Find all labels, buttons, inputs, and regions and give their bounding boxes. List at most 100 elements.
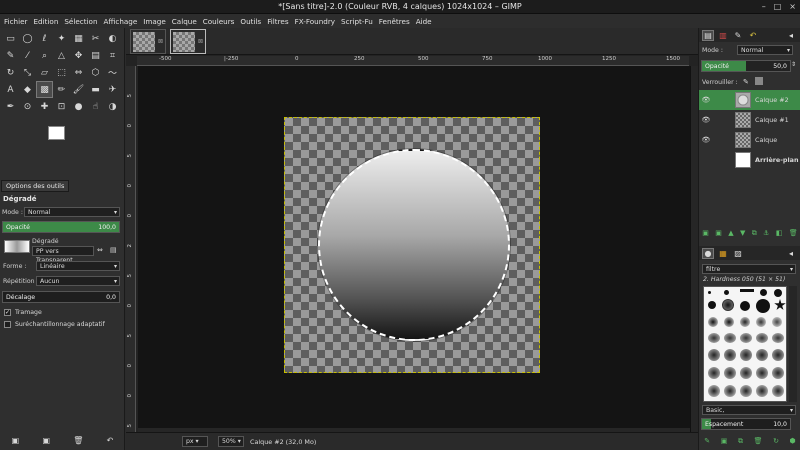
gradients-tab-icon[interactable]: ▨ <box>732 248 744 259</box>
brush-item[interactable] <box>774 299 786 310</box>
brush-item[interactable] <box>756 333 768 343</box>
maximize-button[interactable]: □ <box>774 2 782 11</box>
brush-item[interactable] <box>772 367 784 379</box>
image-tab-1[interactable]: ⊠ <box>130 29 166 54</box>
edit-brush-icon[interactable]: ✎ <box>704 437 710 445</box>
cage-icon[interactable]: ⬡ <box>87 64 104 81</box>
scale-icon[interactable]: ⤡ <box>19 64 36 81</box>
color-swatches[interactable] <box>48 124 78 154</box>
reverse-icon[interactable]: ⇔ <box>97 246 103 254</box>
brush-item[interactable] <box>724 385 736 397</box>
brush-item[interactable] <box>740 385 752 397</box>
foreground-select-icon[interactable]: ◐ <box>104 30 121 47</box>
brush-item[interactable] <box>708 333 720 343</box>
visibility-eye-icon[interactable]: 👁 <box>699 96 713 104</box>
color-select-icon[interactable]: ▦ <box>70 30 87 47</box>
supersample-checkbox[interactable]: Suréchantillonnage adaptatif <box>4 321 105 328</box>
patterns-tab-icon[interactable]: ▦ <box>717 248 729 259</box>
foreground-color[interactable] <box>48 126 65 140</box>
brush-item[interactable] <box>756 367 768 379</box>
dither-checkbox[interactable]: ✓ Tramage <box>4 309 42 316</box>
brush-item[interactable] <box>756 349 768 361</box>
menu-selection[interactable]: Sélection <box>64 17 97 26</box>
brushes-tab-icon[interactable]: ● <box>702 247 714 259</box>
brush-item[interactable] <box>708 367 720 379</box>
brush-item[interactable] <box>740 349 752 361</box>
minimize-button[interactable]: – <box>762 2 766 11</box>
restore-options-icon[interactable]: ▣ <box>42 436 50 445</box>
brush-filter-input[interactable]: filtre ▾ <box>702 264 796 274</box>
paintbrush-icon[interactable]: 🖌 <box>70 81 87 98</box>
delete-layer-icon[interactable]: 🗑 <box>789 229 798 237</box>
layer-name[interactable]: Arrière-plan <box>755 156 799 164</box>
layer-name[interactable]: Calque #2 <box>755 96 789 104</box>
gradient-preview[interactable] <box>4 240 30 253</box>
shear-icon[interactable]: ▱ <box>36 64 53 81</box>
crop-icon[interactable]: ⌗ <box>104 47 121 64</box>
layers-tab-icon[interactable]: ▤ <box>702 29 714 41</box>
layer-item[interactable]: 👁 Calque <box>699 130 800 150</box>
brush-item[interactable] <box>740 301 750 311</box>
open-brush-as-image-icon[interactable]: ⬢ <box>790 437 796 445</box>
blur-icon[interactable]: ● <box>70 98 87 115</box>
free-select-icon[interactable]: ℓ <box>36 30 53 47</box>
opacity-slider[interactable]: Opacité 100,0 <box>2 221 120 233</box>
brush-item[interactable] <box>724 317 734 327</box>
new-brush-icon[interactable]: ▣ <box>721 437 728 445</box>
zoom-icon[interactable]: ⌕ <box>36 47 53 64</box>
rect-select-icon[interactable]: ▭ <box>2 30 19 47</box>
brush-grid[interactable] <box>703 286 787 402</box>
menu-fenetres[interactable]: Fenêtres <box>379 17 410 26</box>
save-options-icon[interactable]: ▣ <box>12 436 20 445</box>
unit-select[interactable]: px ▾ <box>182 436 208 447</box>
ellipse-select-icon[interactable]: ◯ <box>19 30 36 47</box>
align-icon[interactable]: ▤ <box>87 47 104 64</box>
brush-item[interactable] <box>724 333 736 343</box>
vertical-scrollbar[interactable] <box>690 66 698 450</box>
gradient-select[interactable]: PP vers Transparent <box>32 246 94 264</box>
brush-item[interactable] <box>772 317 782 327</box>
airbrush-icon[interactable]: ✈ <box>104 81 121 98</box>
layer-item[interactable]: 👁 Calque #2 <box>699 90 800 110</box>
mask-layer-icon[interactable]: ◧ <box>776 229 783 237</box>
brush-item[interactable] <box>708 385 720 397</box>
color-picker-icon[interactable]: ⁄ <box>19 47 36 64</box>
menu-filtres[interactable]: Filtres <box>267 17 288 26</box>
text-icon[interactable]: A <box>2 81 19 98</box>
menu-image[interactable]: Image <box>143 17 166 26</box>
brush-item[interactable] <box>724 290 729 295</box>
ink-icon[interactable]: ✒ <box>2 98 19 115</box>
lock-alpha-icon[interactable] <box>755 77 763 85</box>
pencil-icon[interactable]: ✏ <box>53 81 70 98</box>
brush-item[interactable] <box>708 317 718 327</box>
mode-select[interactable]: Normal ▾ <box>24 207 120 217</box>
zoom-select[interactable]: 50% ▾ <box>218 436 244 447</box>
menu-couleurs[interactable]: Couleurs <box>203 17 235 26</box>
eraser-icon[interactable]: ▬ <box>87 81 104 98</box>
smudge-icon[interactable]: ☝ <box>87 98 104 115</box>
flip-icon[interactable]: ⇔ <box>70 64 87 81</box>
brush-item[interactable] <box>756 385 768 397</box>
menu-fx-foundry[interactable]: FX-Foundry <box>295 17 335 26</box>
menu-fichier[interactable]: Fichier <box>4 17 28 26</box>
edit-gradient-icon[interactable]: ▤ <box>110 246 117 254</box>
brush-item[interactable] <box>772 385 784 397</box>
dock-menu-icon[interactable]: ◂ <box>785 248 797 259</box>
brush-item[interactable] <box>724 367 736 379</box>
undo-tab-icon[interactable]: ↶ <box>747 30 759 41</box>
bucket-fill-icon[interactable]: ◆ <box>19 81 36 98</box>
dodge-burn-icon[interactable]: ◑ <box>104 98 121 115</box>
menu-aide[interactable]: Aide <box>416 17 432 26</box>
paths-tab-icon[interactable]: ✎ <box>732 30 744 41</box>
circular-selection-gradient[interactable] <box>318 149 510 341</box>
brush-item-selected[interactable] <box>722 299 734 311</box>
brush-item[interactable] <box>708 291 711 294</box>
close-icon[interactable]: ⊠ <box>158 38 163 45</box>
brush-item[interactable] <box>772 349 784 361</box>
fuzzy-select-icon[interactable]: ✦ <box>53 30 70 47</box>
raise-layer-icon[interactable]: ▲ <box>728 229 733 237</box>
offset-slider[interactable]: Décalage 0,0 <box>2 291 120 303</box>
rotate-icon[interactable]: ↻ <box>2 64 19 81</box>
layer-item[interactable]: 👁 Calque #1 <box>699 110 800 130</box>
anchor-layer-icon[interactable]: ⚓ <box>763 229 769 237</box>
